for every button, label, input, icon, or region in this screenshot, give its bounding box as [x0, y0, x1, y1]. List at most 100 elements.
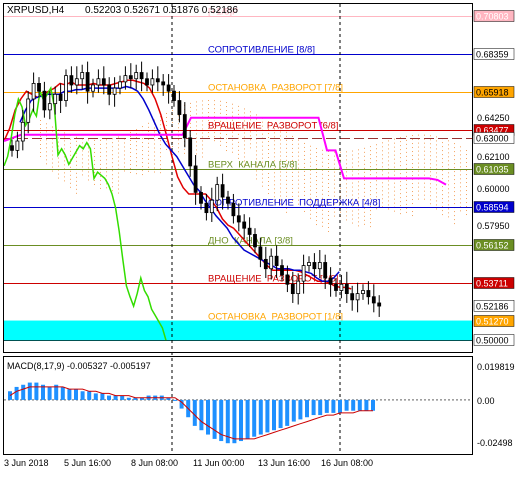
candle-body [118, 81, 122, 89]
cloud-dot [298, 179, 299, 181]
cloud-dot [64, 180, 65, 182]
cloud-dot [442, 178, 443, 180]
cloud-dot [352, 158, 353, 160]
candle-body [96, 78, 101, 86]
cloud-dot [232, 103, 233, 105]
cloud-dot [94, 179, 95, 181]
cloud-dot [400, 185, 401, 187]
cloud-dot [412, 191, 413, 193]
level-tag-text: 0.56152 [476, 241, 509, 251]
cloud-dot [454, 151, 455, 153]
cloud-dot [370, 150, 371, 152]
cloud-dot [100, 143, 101, 145]
cloud-dot [244, 140, 245, 142]
cloud-dot [358, 153, 359, 155]
cloud-dot [370, 190, 371, 192]
cloud-dot [394, 198, 395, 200]
cloud-dot [82, 166, 83, 168]
cloud-dot [286, 175, 287, 177]
cloud-dot [160, 124, 161, 126]
cloud-dot [184, 148, 185, 150]
cloud-dot [376, 164, 377, 166]
cloud-dot [94, 163, 95, 165]
cloud-dot [406, 175, 407, 177]
cloud-dot [244, 108, 245, 110]
cloud-dot [340, 211, 341, 213]
cloud-dot [160, 128, 161, 130]
cloud-dot [148, 126, 149, 128]
cloud-dot [442, 154, 443, 156]
cloud-dot [346, 187, 347, 189]
cloud-dot [58, 137, 59, 139]
cloud-dot [406, 167, 407, 169]
cloud-dot [328, 166, 329, 168]
cloud-dot [268, 181, 269, 183]
cloud-dot [388, 188, 389, 190]
macd-bar [357, 399, 362, 411]
cloud-dot [214, 104, 215, 106]
cloud-dot [166, 116, 167, 118]
level-tag-text: 0.70803 [476, 12, 509, 22]
cloud-dot [316, 156, 317, 158]
cloud-dot [328, 154, 329, 156]
current-price-tag: 0.52186 [476, 301, 509, 311]
cloud-dot [280, 191, 281, 193]
cloud-dot [250, 143, 251, 145]
cloud-dot [286, 155, 287, 157]
cloud-dot [436, 204, 437, 206]
cloud-dot [112, 186, 113, 188]
cloud-dot [388, 208, 389, 210]
price-tick-label: 0.57950 [477, 221, 510, 231]
cloud-dot [358, 173, 359, 175]
cloud-dot [76, 172, 77, 174]
candle-body [236, 215, 241, 223]
cloud-dot [412, 203, 413, 205]
cloud-dot [202, 140, 203, 142]
cloud-dot [118, 172, 119, 174]
cloud-dot [352, 222, 353, 224]
cloud-dot [124, 170, 125, 172]
candle-body [37, 83, 41, 92]
cloud-dot [64, 132, 65, 134]
cloud-dot [250, 111, 251, 113]
cloud-dot [328, 226, 329, 228]
cloud-dot [310, 181, 311, 183]
cloud-dot [352, 190, 353, 192]
cloud-dot [118, 140, 119, 142]
cloud-dot [70, 186, 71, 188]
cloud-dot [70, 178, 71, 180]
cloud-dot [460, 150, 461, 152]
cloud-dot [418, 198, 419, 200]
cloud-dot [334, 191, 335, 193]
cloud-dot [322, 193, 323, 195]
cloud-dot [454, 159, 455, 161]
cloud-dot [322, 213, 323, 215]
cloud-dot [448, 172, 449, 174]
cloud-dot [106, 155, 107, 157]
cloud-dot [106, 171, 107, 173]
cloud-dot [46, 131, 47, 133]
cloud-dot [406, 179, 407, 181]
cloud-dot [382, 186, 383, 188]
cloud-dot [304, 166, 305, 168]
cloud-dot [238, 109, 239, 111]
cloud-dot [40, 152, 41, 153]
candle-body [323, 262, 328, 279]
cloud-dot [154, 163, 155, 165]
cloud-dot [322, 157, 323, 159]
level-label-l3_8: ДНО_КАНАЛА [3/8] [208, 236, 293, 247]
candle-body [107, 84, 112, 95]
macd-bar [47, 386, 52, 400]
cloud-dot [82, 162, 83, 164]
cloud-dot [88, 155, 89, 157]
cloud-dot [226, 138, 227, 140]
cloud-dot [154, 171, 155, 173]
cloud-dot [196, 101, 197, 103]
cloud-dot [40, 144, 41, 145]
cloud-dot [328, 190, 329, 192]
cloud-dot [424, 170, 425, 172]
cloud-dot [52, 126, 53, 128]
cloud-dot [244, 132, 245, 134]
cloud-dot [412, 171, 413, 173]
cloud-dot [100, 163, 101, 165]
